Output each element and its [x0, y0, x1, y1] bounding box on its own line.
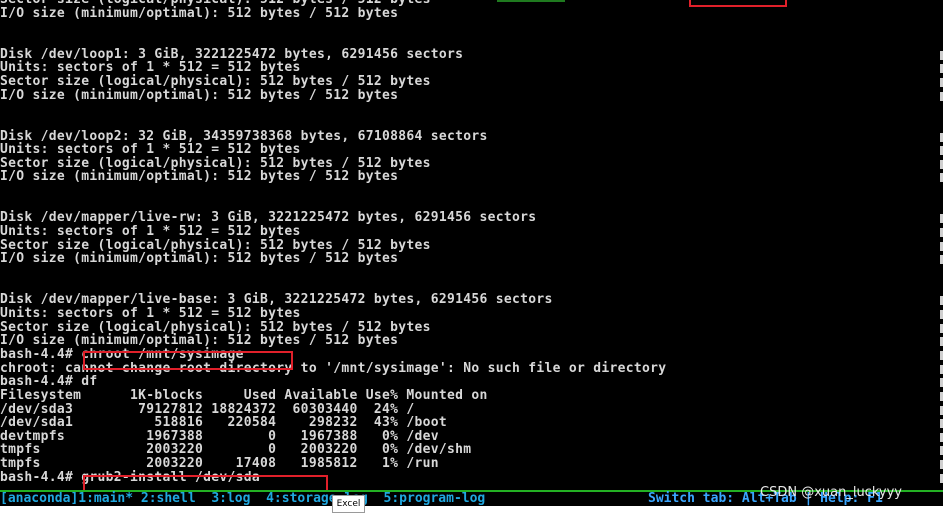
- terminal-screen[interactable]: Sector size (logical/physical): 512 byte…: [0, 0, 943, 490]
- grub-install-command-highlight: [83, 475, 328, 490]
- top-edge-bar: [497, 0, 565, 2]
- terminal-line: Sector size (logical/physical): 512 byte…: [0, 73, 431, 89]
- terminal-line: tmpfs 2003220 17408 1985812 1% /run: [0, 456, 439, 472]
- terminal-line: Units: sectors of 1 * 512 = 512 bytes: [0, 224, 301, 240]
- chroot-command-highlight: [83, 351, 293, 370]
- top-highlight-box: [689, 0, 787, 7]
- status-tab-list[interactable]: [anaconda]1:main* 2:shell 3:log 4:storag…: [0, 492, 485, 506]
- terminal-line: Filesystem 1K-blocks Used Available Use%…: [0, 387, 488, 403]
- watermark: CSDN @xuan_luckyyy: [760, 485, 902, 500]
- excel-tooltip: Excel: [332, 495, 365, 513]
- terminal-line: I/O size (minimum/optimal): 512 bytes / …: [0, 251, 399, 267]
- terminal-line: I/O size (minimum/optimal): 512 bytes / …: [0, 5, 399, 21]
- bottom-margin: [0, 506, 943, 513]
- terminal-line: I/O size (minimum/optimal): 512 bytes / …: [0, 87, 399, 103]
- terminal-line: I/O size (minimum/optimal): 512 bytes / …: [0, 169, 399, 185]
- terminal-line: Units: sectors of 1 * 512 = 512 bytes: [0, 305, 301, 321]
